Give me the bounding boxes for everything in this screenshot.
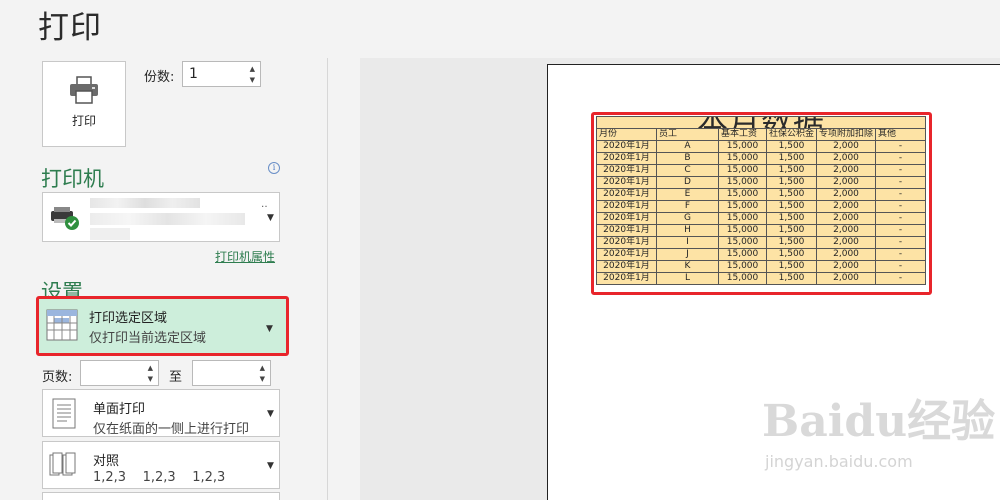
pages-from-input[interactable]: ▲ ▼	[80, 360, 159, 386]
ellipsis-icon: ‥	[261, 199, 268, 210]
chevron-down-icon[interactable]: ▼	[267, 213, 274, 223]
spin-up-icon[interactable]: ▲	[260, 365, 265, 372]
printer-heading: 打印机	[41, 167, 104, 191]
printer-name-redacted	[90, 213, 245, 225]
info-icon[interactable]: i	[268, 162, 280, 174]
sides-subtitle: 仅在纸面的一侧上进行打印	[93, 422, 250, 437]
printer-status-icon	[51, 207, 79, 230]
copies-input[interactable]: 1 ▲ ▼	[182, 61, 261, 87]
spin-down-icon[interactable]: ▼	[250, 77, 255, 84]
printer-icon	[70, 76, 98, 104]
printer-name-redacted	[90, 198, 200, 208]
spin-up-icon[interactable]: ▲	[250, 66, 255, 73]
panel-divider	[327, 58, 328, 500]
next-setting-select[interactable]	[42, 492, 280, 500]
highlight-frame	[36, 296, 289, 356]
highlight-frame	[591, 112, 932, 295]
collate-icon	[49, 452, 76, 476]
pages-to-input[interactable]: ▲ ▼	[192, 360, 271, 386]
single-sided-icon	[52, 398, 76, 429]
page-title: 打印	[38, 10, 102, 46]
copies-value: 1	[189, 66, 198, 82]
print-button-label: 打印	[71, 114, 96, 128]
collate-select[interactable]: 对照 1,2,3 1,2,3 1,2,3 ▼	[42, 441, 280, 489]
spin-down-icon[interactable]: ▼	[260, 376, 265, 383]
watermark-logo: Baidu经验	[762, 396, 996, 447]
chevron-down-icon[interactable]: ▼	[267, 461, 274, 471]
printer-name-redacted	[90, 228, 130, 240]
copies-label: 份数:	[144, 70, 175, 85]
spin-up-icon[interactable]: ▲	[148, 365, 153, 372]
collate-title: 对照	[93, 454, 120, 469]
watermark-url: jingyan.baidu.com	[765, 452, 913, 471]
collate-subtitle: 1,2,3 1,2,3 1,2,3	[93, 470, 226, 485]
pages-to-label: 至	[169, 370, 183, 385]
print-button[interactable]: 打印	[42, 61, 126, 147]
sides-title: 单面打印	[93, 402, 146, 417]
chevron-down-icon[interactable]: ▼	[267, 409, 274, 419]
sides-select[interactable]: 单面打印 仅在纸面的一侧上进行打印 ▼	[42, 389, 280, 437]
pages-label: 页数:	[42, 370, 73, 385]
printer-select[interactable]: ‥ ▼	[42, 192, 280, 242]
spin-down-icon[interactable]: ▼	[148, 376, 153, 383]
printer-properties-link[interactable]: 打印机属性	[215, 248, 275, 265]
